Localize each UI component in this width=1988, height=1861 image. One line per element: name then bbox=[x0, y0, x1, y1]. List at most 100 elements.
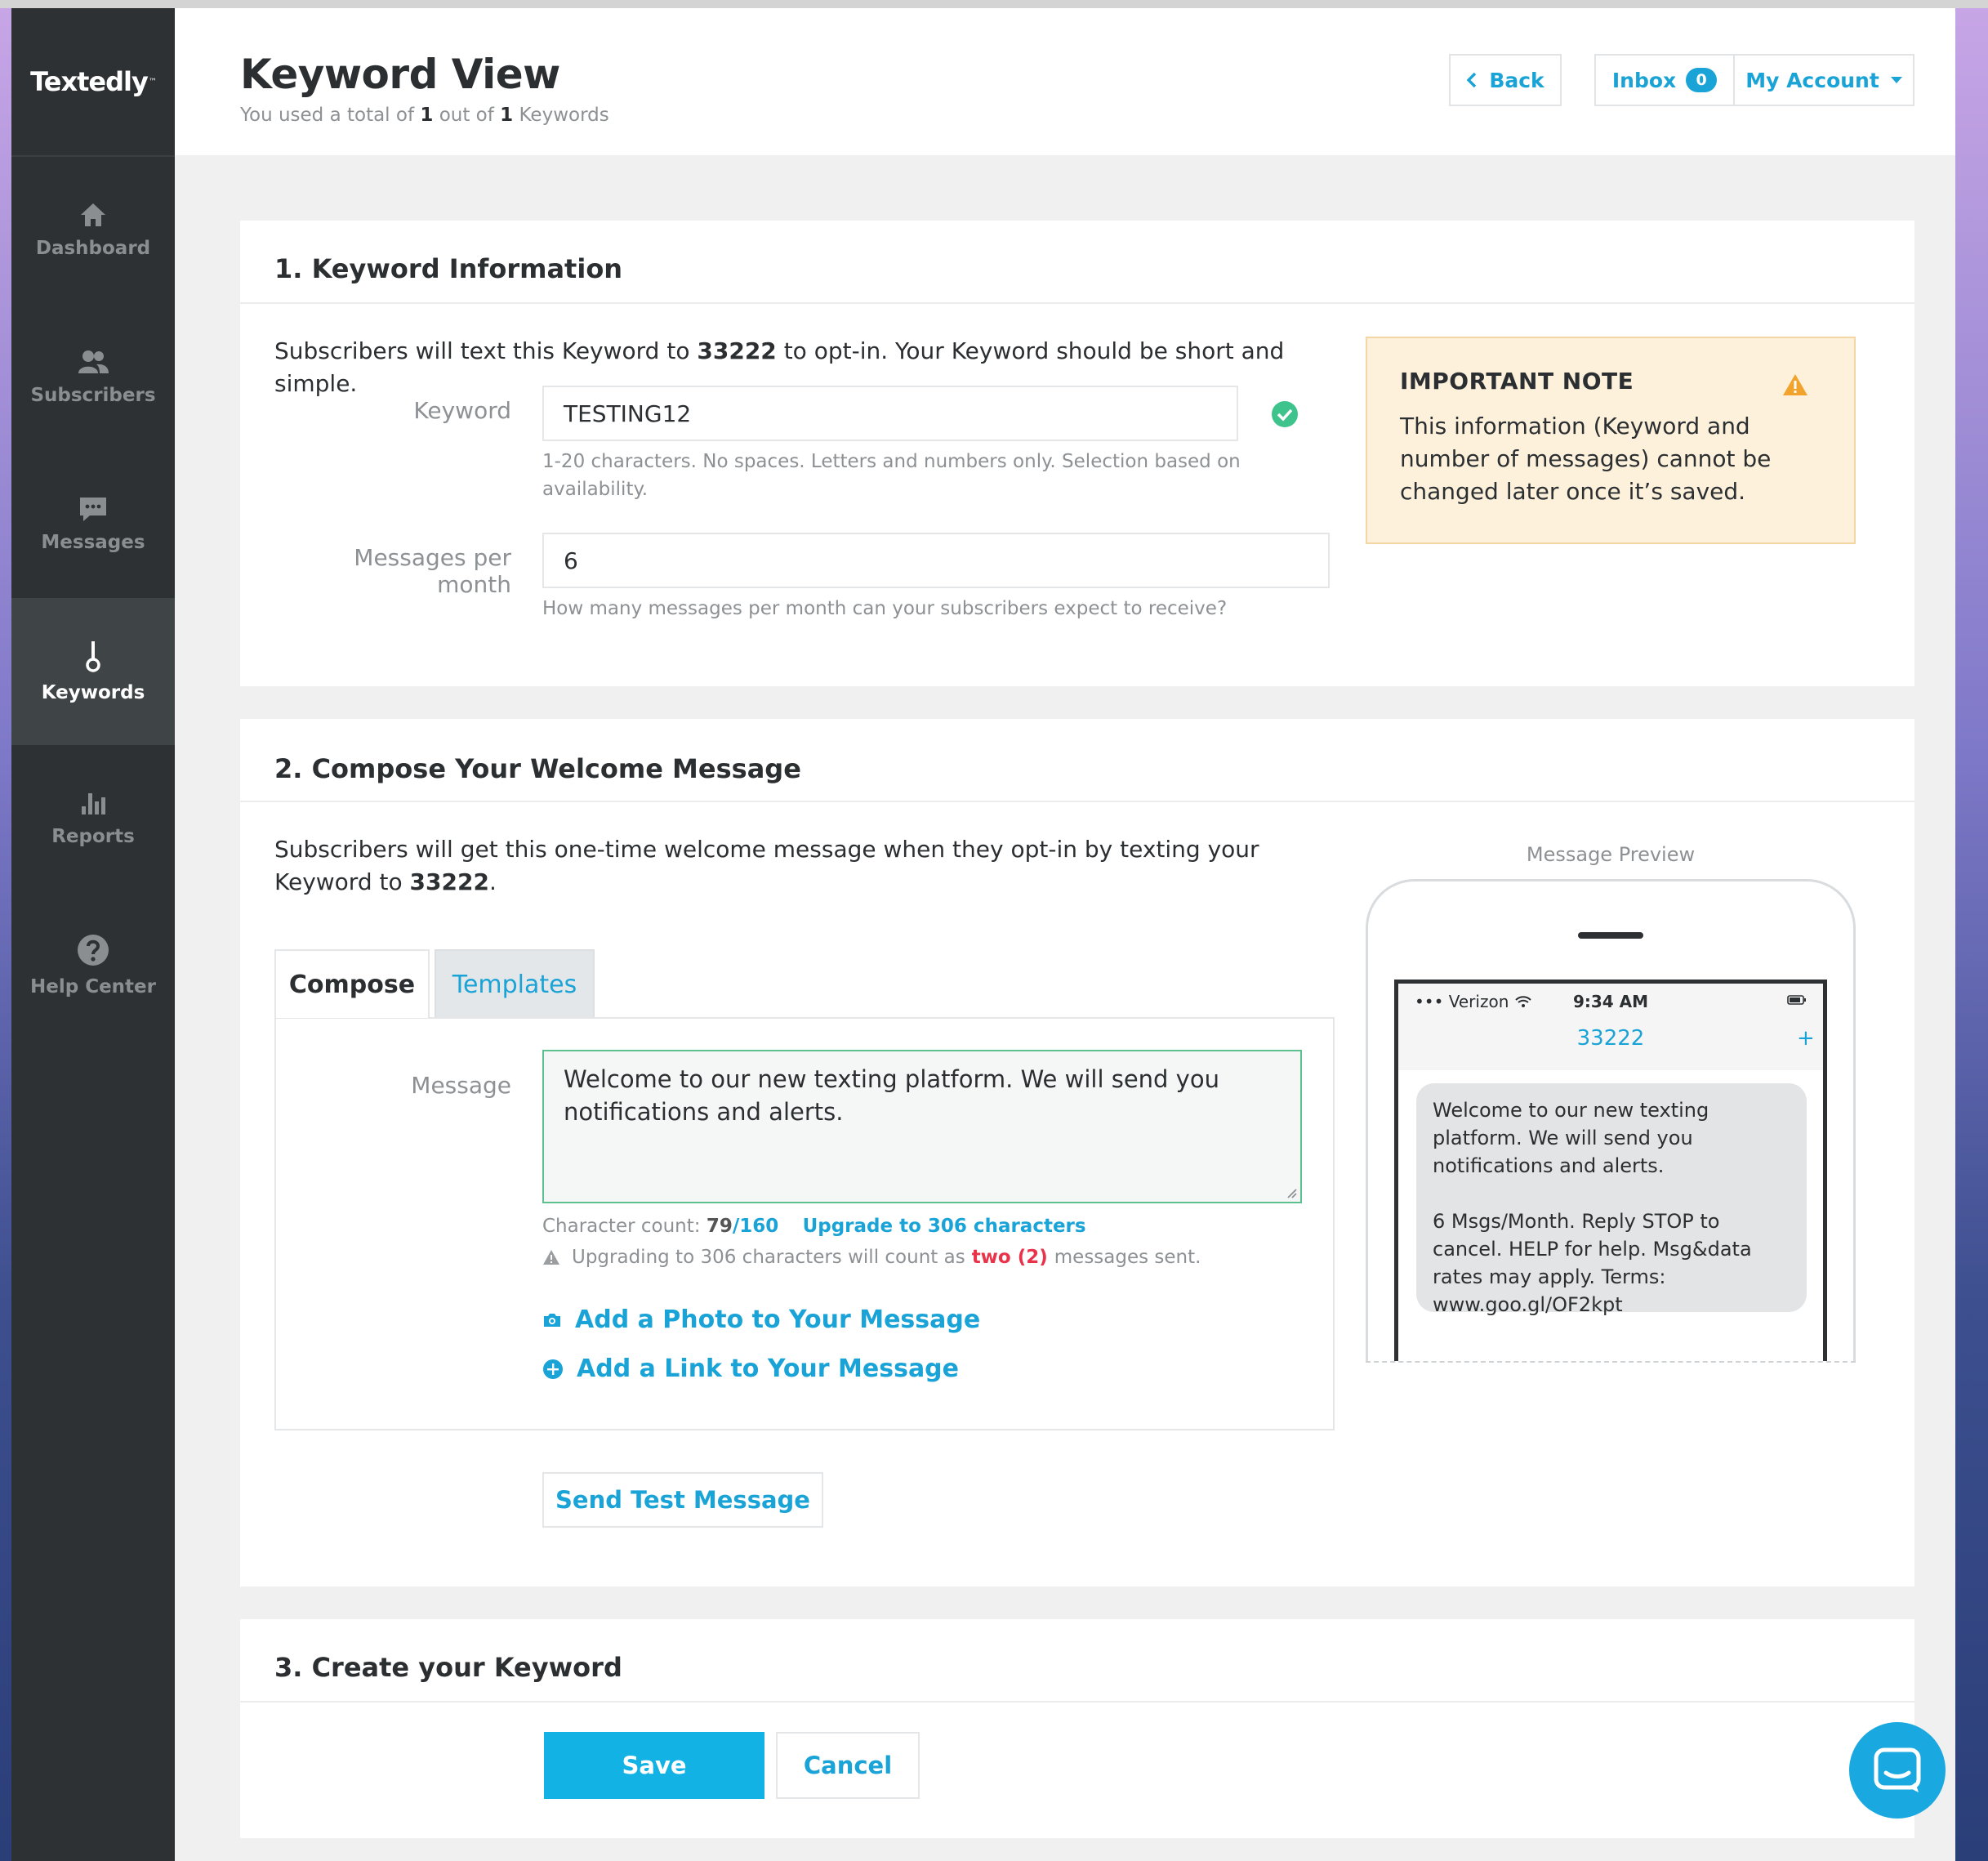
messages-per-month-value: 6 bbox=[564, 547, 578, 574]
warning-icon bbox=[543, 1250, 559, 1265]
char-count-max: 160 bbox=[739, 1216, 779, 1237]
add-link-link[interactable]: Add a Link to Your Message bbox=[542, 1354, 959, 1383]
create-keyword-card: 3. Create your Keyword Save Cancel bbox=[240, 1619, 1914, 1838]
messages-per-month-label: Messages per month bbox=[354, 544, 511, 598]
important-note: IMPORTANT NOTE This information (Keyword… bbox=[1366, 337, 1856, 544]
subtitle-text: Keywords bbox=[519, 105, 609, 126]
short-code: 33222 bbox=[697, 337, 777, 364]
new-message-plus[interactable]: + bbox=[1797, 1026, 1815, 1051]
sidebar-item-dashboard[interactable]: Dashboard bbox=[11, 157, 175, 304]
page-subtitle: You used a total of 1 out of 1 Keywords bbox=[240, 105, 609, 126]
tab-label: Compose bbox=[288, 970, 416, 999]
char-count-label: Character count: bbox=[542, 1216, 701, 1237]
chat-icon bbox=[80, 498, 106, 521]
send-test-message-button[interactable]: Send Test Message bbox=[542, 1472, 823, 1528]
plus-circle-icon bbox=[543, 1359, 563, 1379]
char-count-sep: / bbox=[732, 1216, 740, 1237]
keyword-icon bbox=[86, 641, 100, 672]
divider bbox=[240, 1701, 1914, 1703]
check-circle-icon bbox=[1272, 401, 1298, 427]
note-text: This information (Keyword and number of … bbox=[1400, 413, 1772, 505]
bubble-compliance-text: 6 Msgs/Month. Reply STOP to cancel. HELP… bbox=[1433, 1210, 1752, 1316]
status-time: 9:34 AM bbox=[1572, 992, 1649, 1011]
save-label: Save bbox=[622, 1752, 687, 1779]
message-textarea[interactable]: Welcome to our new texting platform. We … bbox=[542, 1050, 1302, 1203]
sidebar-item-help-center[interactable]: Help Center bbox=[11, 892, 175, 1039]
app-window: Textedly ™ Dashboard Subscribers Messages… bbox=[11, 8, 1955, 1861]
brand-trademark: ™ bbox=[148, 77, 157, 87]
divider bbox=[240, 302, 1914, 304]
compose-intro-text: Subscribers will get this one-time welco… bbox=[274, 833, 1336, 899]
keyword-input[interactable]: TESTING12 bbox=[542, 386, 1238, 441]
sidebar-item-label: Messages bbox=[41, 532, 145, 553]
cancel-label: Cancel bbox=[803, 1752, 893, 1779]
section-title: 3. Create your Keyword bbox=[274, 1652, 622, 1683]
phone-screen: ••• Verizon 9:34 AM 33222 + Welcome to o… bbox=[1394, 980, 1827, 1361]
subtitle-text: out of bbox=[439, 105, 494, 126]
tab-compose[interactable]: Compose bbox=[274, 949, 430, 1018]
chat-support-button[interactable] bbox=[1849, 1722, 1946, 1819]
inbox-count-badge: 0 bbox=[1686, 68, 1718, 92]
camera-icon bbox=[544, 1313, 560, 1327]
keyword-input-value: TESTING12 bbox=[564, 399, 692, 427]
my-account-dropdown[interactable]: My Account bbox=[1733, 54, 1914, 106]
sidebar-item-messages[interactable]: Messages bbox=[11, 451, 175, 598]
keyword-hint: 1-20 characters. No spaces. Letters and … bbox=[542, 451, 1241, 500]
add-photo-label: Add a Photo to Your Message bbox=[575, 1305, 981, 1334]
intro-text: Subscribers will text this Keyword to bbox=[274, 337, 690, 364]
warning-message-count: two (2) bbox=[971, 1247, 1048, 1268]
bubble-welcome-text: Welcome to our new texting platform. We … bbox=[1433, 1099, 1709, 1177]
resize-handle-icon[interactable] bbox=[1284, 1185, 1297, 1198]
section-title: 2. Compose Your Welcome Message bbox=[274, 753, 801, 784]
inbox-button[interactable]: Inbox 0 bbox=[1594, 54, 1735, 106]
back-button[interactable]: Back bbox=[1449, 54, 1562, 106]
intro-text: . bbox=[488, 868, 497, 895]
add-photo-link[interactable]: Add a Photo to Your Message bbox=[542, 1305, 980, 1334]
sidebar: Textedly ™ Dashboard Subscribers Messages… bbox=[11, 8, 175, 1861]
note-title: IMPORTANT NOTE bbox=[1400, 368, 1634, 395]
sidebar-item-reports[interactable]: Reports bbox=[11, 745, 175, 892]
warning-text: Upgrading to 306 characters will count a… bbox=[572, 1247, 965, 1268]
conversation-contact: 33222 bbox=[1576, 1026, 1645, 1051]
sidebar-item-label: Reports bbox=[51, 826, 135, 847]
sidebar-item-label: Keywords bbox=[41, 682, 145, 703]
caret-down-icon bbox=[1890, 77, 1902, 83]
section-title: 1. Keyword Information bbox=[274, 253, 623, 284]
messages-per-month-input[interactable]: 6 bbox=[542, 533, 1330, 588]
brand-name: Textedly bbox=[30, 66, 149, 97]
battery-icon bbox=[1787, 995, 1806, 1005]
chat-support-icon bbox=[1874, 1747, 1921, 1792]
keyword-label: Keyword bbox=[413, 397, 511, 424]
page-title: Keyword View bbox=[240, 51, 560, 98]
phone-speaker bbox=[1578, 932, 1643, 939]
brand-logo[interactable]: Textedly ™ bbox=[11, 8, 175, 157]
sidebar-item-label: Dashboard bbox=[35, 238, 151, 259]
phone-preview: ••• Verizon 9:34 AM 33222 + Welcome to o… bbox=[1366, 879, 1856, 1361]
keyword-information-card: 1. Keyword Information Subscribers will … bbox=[240, 221, 1914, 686]
add-link-label: Add a Link to Your Message bbox=[577, 1354, 960, 1383]
tab-label: Templates bbox=[452, 970, 577, 999]
send-test-label: Send Test Message bbox=[555, 1486, 810, 1514]
save-button[interactable]: Save bbox=[544, 1732, 764, 1799]
subtitle-text: You used a total of bbox=[240, 105, 415, 126]
cancel-button[interactable]: Cancel bbox=[776, 1732, 920, 1799]
upgrade-warning: Upgrading to 306 characters will count a… bbox=[542, 1243, 1318, 1271]
main-content: Keyword View You used a total of 1 out o… bbox=[175, 8, 1955, 1861]
users-icon bbox=[78, 350, 109, 373]
character-count: Character count: 79/160 Upgrade to 306 c… bbox=[542, 1212, 1318, 1240]
bar-chart-icon bbox=[82, 793, 105, 814]
upgrade-characters-link[interactable]: Upgrade to 306 characters bbox=[803, 1216, 1086, 1237]
tab-templates[interactable]: Templates bbox=[435, 949, 595, 1018]
my-account-label: My Account bbox=[1745, 68, 1879, 92]
sidebar-item-keywords[interactable]: Keywords bbox=[11, 598, 175, 745]
keywords-total: 1 bbox=[500, 105, 514, 126]
back-label: Back bbox=[1489, 68, 1544, 92]
sidebar-item-label: Subscribers bbox=[30, 385, 156, 406]
sidebar-item-label: Help Center bbox=[30, 976, 156, 997]
message-bubble: Welcome to our new texting platform. We … bbox=[1416, 1083, 1807, 1316]
sidebar-item-subscribers[interactable]: Subscribers bbox=[11, 304, 175, 451]
chevron-left-icon bbox=[1466, 72, 1477, 88]
keywords-used: 1 bbox=[420, 105, 434, 126]
warning-icon bbox=[1783, 374, 1807, 395]
phone-cutoff-line bbox=[1366, 1361, 1856, 1363]
